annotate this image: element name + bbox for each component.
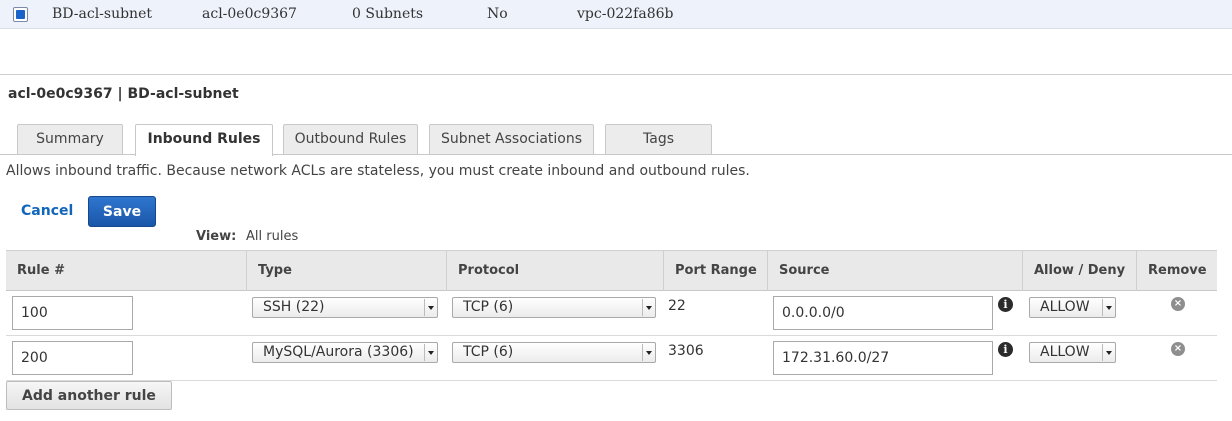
info-icon[interactable]: i bbox=[998, 342, 1013, 357]
header-remove: Remove bbox=[1136, 251, 1217, 291]
protocol-select[interactable]: TCP (6) bbox=[452, 342, 656, 363]
view-label: View: bbox=[196, 229, 237, 244]
info-icon[interactable]: i bbox=[998, 297, 1013, 312]
table-row: MySQL/Aurora (3306) TCP (6) 3306 i ALLOW… bbox=[6, 336, 1217, 381]
add-another-rule-button[interactable]: Add another rule bbox=[6, 381, 172, 410]
row-select-checkbox[interactable] bbox=[13, 7, 28, 22]
chevron-down-icon bbox=[1102, 344, 1114, 361]
chevron-down-icon bbox=[424, 299, 436, 316]
header-rule-number: Rule # bbox=[17, 263, 65, 278]
rule-number-input[interactable] bbox=[12, 341, 133, 375]
header-port-range: Port Range bbox=[663, 251, 767, 291]
protocol-select-value: TCP (6) bbox=[463, 299, 514, 315]
port-range-value: 3306 bbox=[668, 343, 704, 359]
allow-deny-select[interactable]: ALLOW bbox=[1029, 297, 1116, 318]
table-row: SSH (22) TCP (6) 22 i ALLOW × bbox=[6, 291, 1217, 336]
chevron-down-icon bbox=[642, 299, 654, 316]
type-select[interactable]: SSH (22) bbox=[252, 297, 438, 318]
view-filter-value[interactable]: All rules bbox=[246, 229, 298, 244]
chevron-down-icon bbox=[642, 344, 654, 361]
allow-deny-value: ALLOW bbox=[1040, 344, 1090, 360]
tab-subnet-associations[interactable]: Subnet Associations bbox=[429, 124, 594, 155]
type-select-value: SSH (22) bbox=[263, 299, 325, 315]
chevron-down-icon bbox=[424, 344, 436, 361]
protocol-select[interactable]: TCP (6) bbox=[452, 297, 656, 318]
source-input[interactable] bbox=[773, 296, 993, 330]
allow-deny-value: ALLOW bbox=[1040, 299, 1090, 315]
acl-id-cell: acl-0e0c9367 bbox=[202, 6, 297, 22]
protocol-select-value: TCP (6) bbox=[463, 344, 514, 360]
tab-tags[interactable]: Tags bbox=[605, 124, 712, 155]
type-select[interactable]: MySQL/Aurora (3306) bbox=[252, 342, 438, 363]
chevron-down-icon bbox=[1102, 299, 1114, 316]
header-source: Source bbox=[767, 251, 1022, 291]
remove-icon[interactable]: × bbox=[1171, 342, 1185, 356]
acl-list-row[interactable]: BD-acl-subnet acl-0e0c9367 0 Subnets No … bbox=[0, 0, 1232, 29]
rules-table-header: Rule # Type Protocol Port Range Source A… bbox=[6, 250, 1217, 291]
port-range-value: 22 bbox=[668, 298, 686, 314]
rule-number-input[interactable] bbox=[12, 296, 133, 330]
header-protocol: Protocol bbox=[446, 251, 663, 291]
tab-inbound-rules[interactable]: Inbound Rules bbox=[135, 124, 273, 156]
panel-divider bbox=[0, 74, 1232, 75]
allow-deny-select[interactable]: ALLOW bbox=[1029, 342, 1116, 363]
inbound-description: Allows inbound traffic. Because network … bbox=[6, 163, 750, 179]
source-input[interactable] bbox=[773, 341, 993, 375]
acl-vpc-cell: vpc-022fa86b bbox=[577, 6, 674, 22]
header-allow-deny: Allow / Deny bbox=[1022, 251, 1136, 291]
tab-outbound-rules[interactable]: Outbound Rules bbox=[283, 124, 418, 155]
acl-default-cell: No bbox=[487, 6, 508, 22]
acl-subnets-cell: 0 Subnets bbox=[352, 6, 424, 22]
save-button[interactable]: Save bbox=[88, 196, 156, 227]
remove-icon[interactable]: × bbox=[1171, 297, 1185, 311]
header-type: Type bbox=[246, 251, 446, 291]
cancel-link[interactable]: Cancel bbox=[21, 203, 73, 219]
type-select-value: MySQL/Aurora (3306) bbox=[263, 344, 414, 360]
detail-title: acl-0e0c9367 | BD-acl-subnet bbox=[8, 86, 239, 102]
acl-name-cell: BD-acl-subnet bbox=[52, 6, 152, 22]
tab-summary[interactable]: Summary bbox=[17, 124, 123, 155]
